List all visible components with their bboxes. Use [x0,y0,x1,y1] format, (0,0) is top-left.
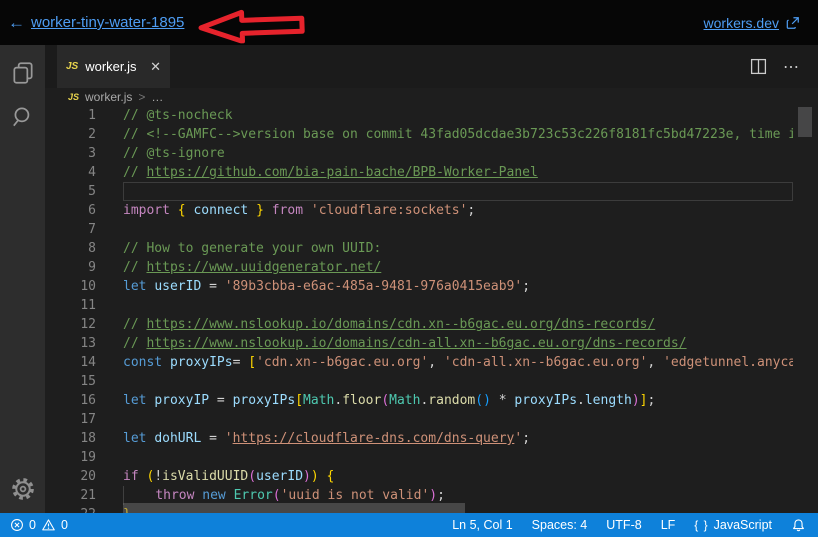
external-link-icon[interactable] [786,16,800,30]
code-line[interactable]: 3// @ts-ignore [45,144,818,163]
warning-icon [41,518,56,532]
vertical-scrollbar-thumb[interactable] [798,107,812,137]
line-number[interactable]: 19 [45,448,96,467]
activity-bar [0,45,45,513]
status-bar: 0 0 Ln 5, Col 1 Spaces: 4 UTF-8 LF { } J… [0,513,818,537]
code-line[interactable]: 10let userID = '89b3cbba-e6ac-485a-9481-… [45,277,818,296]
red-annotation-arrow-icon [197,7,306,45]
main-area: JS worker.js ✕ ⋯ JS worker.js > … 1// @t… [0,45,818,513]
code-line[interactable]: 11 [45,296,818,315]
breadcrumb-symbol-ellipsis[interactable]: … [151,90,163,104]
line-number[interactable]: 11 [45,296,96,315]
code-line[interactable]: 4// https://github.com/bia-pain-bache/BP… [45,163,818,182]
indentation-setting[interactable]: Spaces: 4 [532,518,588,532]
top-header: ← worker-tiny-water-1895 workers.dev [0,0,818,45]
breadcrumb[interactable]: JS worker.js > … [45,88,818,106]
line-number[interactable]: 5 [45,182,96,201]
encoding-setting[interactable]: UTF-8 [606,518,641,532]
line-number[interactable]: 22 [45,505,96,513]
line-number[interactable]: 1 [45,106,96,125]
notifications-bell-icon[interactable] [791,518,806,533]
breadcrumb-file-icon: JS [68,92,79,102]
code-line[interactable]: 13// https://www.nslookup.io/domains/cdn… [45,334,818,353]
code-line[interactable]: 7 [45,220,818,239]
line-number[interactable]: 2 [45,125,96,144]
code-line[interactable]: 6import { connect } from 'cloudflare:soc… [45,201,818,220]
line-number[interactable]: 14 [45,353,96,372]
line-number[interactable]: 17 [45,410,96,429]
line-number[interactable]: 3 [45,144,96,163]
code-line[interactable]: 12// https://www.nslookup.io/domains/cdn… [45,315,818,334]
code-line[interactable]: 18let dohURL = 'https://cloudflare-dns.c… [45,429,818,448]
code-line[interactable]: 1// @ts-nocheck [45,106,818,125]
workers-dev-link[interactable]: workers.dev [704,15,779,31]
tab-label: worker.js [85,59,136,74]
line-number[interactable]: 15 [45,372,96,391]
line-number[interactable]: 16 [45,391,96,410]
line-number[interactable]: 4 [45,163,96,182]
cursor-position[interactable]: Ln 5, Col 1 [452,518,512,532]
code-line[interactable]: 2// <!--GAMFC-->version base on commit 4… [45,125,818,144]
line-number[interactable]: 13 [45,334,96,353]
search-icon[interactable] [9,103,37,131]
line-number[interactable]: 20 [45,467,96,486]
code-editor[interactable]: 1// @ts-nocheck2// <!--GAMFC-->version b… [45,106,818,513]
line-number[interactable]: 8 [45,239,96,258]
split-editor-icon[interactable] [750,58,767,75]
line-number[interactable]: 21 [45,486,96,505]
eol-setting[interactable]: LF [661,518,676,532]
line-number[interactable]: 6 [45,201,96,220]
tab-bar: JS worker.js ✕ ⋯ [45,45,818,88]
line-number[interactable]: 7 [45,220,96,239]
language-mode[interactable]: { } JavaScript [694,518,772,532]
line-number[interactable]: 12 [45,315,96,334]
curly-braces-icon: { } [694,518,708,532]
close-tab-icon[interactable]: ✕ [150,59,161,75]
code-line[interactable]: 15 [45,372,818,391]
warnings-indicator[interactable]: 0 [41,518,68,532]
code-line[interactable]: 20if (!isValidUUID(userID)) { [45,467,818,486]
code-line[interactable]: 19 [45,448,818,467]
code-line[interactable]: 8// How to generate your own UUID: [45,239,818,258]
horizontal-scrollbar-thumb[interactable] [123,503,465,513]
line-number[interactable]: 10 [45,277,96,296]
code-line[interactable]: 5 [45,182,818,201]
errors-indicator[interactable]: 0 [10,518,36,532]
back-arrow-icon[interactable]: ← [8,14,25,31]
breadcrumb-separator: > [138,90,145,104]
files-icon[interactable] [9,59,37,87]
worker-name-link[interactable]: worker-tiny-water-1895 [31,14,184,31]
tab-worker-js[interactable]: JS worker.js ✕ [57,45,170,88]
gear-icon[interactable] [9,475,37,503]
code-line[interactable]: 17 [45,410,818,429]
error-count: 0 [29,518,36,532]
line-number[interactable]: 9 [45,258,96,277]
warning-count: 0 [61,518,68,532]
more-actions-icon[interactable]: ⋯ [783,57,800,77]
code-line[interactable]: 9// https://www.uuidgenerator.net/ [45,258,818,277]
javascript-file-icon: JS [66,61,78,72]
breadcrumb-filename[interactable]: worker.js [85,90,132,104]
code-line[interactable]: 14const proxyIPs= ['cdn.xn--b6gac.eu.org… [45,353,818,372]
line-number[interactable]: 18 [45,429,96,448]
editor-group: JS worker.js ✕ ⋯ JS worker.js > … 1// @t… [45,45,818,513]
code-line[interactable]: 16let proxyIP = proxyIPs[Math.floor(Math… [45,391,818,410]
code-lines: 1// @ts-nocheck2// <!--GAMFC-->version b… [45,106,818,513]
language-label: JavaScript [714,518,772,532]
error-icon [10,518,24,532]
